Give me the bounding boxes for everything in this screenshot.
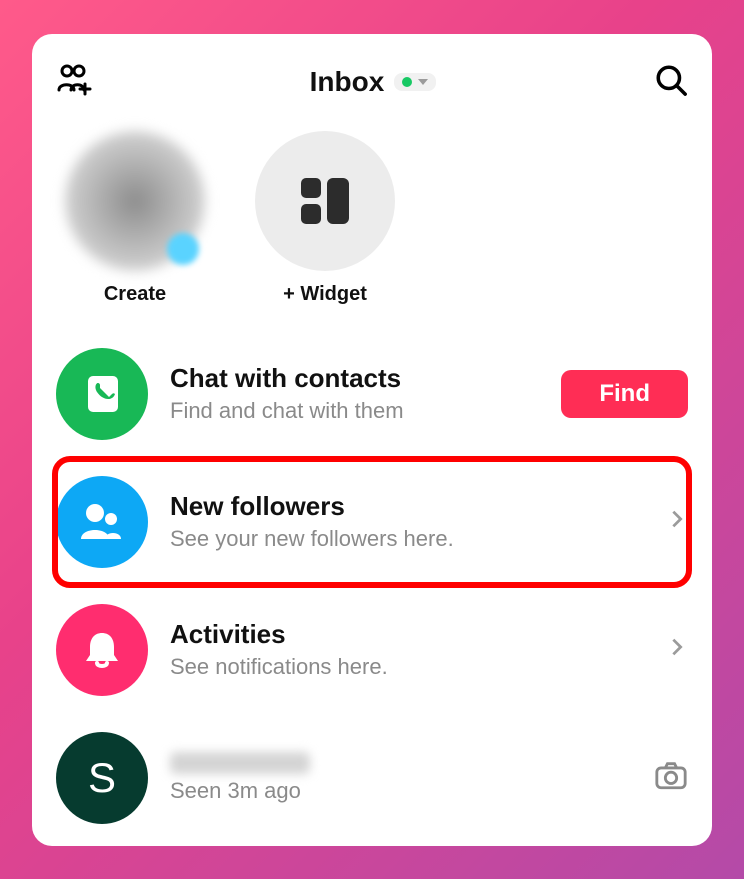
- inbox-title-group[interactable]: Inbox: [310, 66, 437, 98]
- add-friend-icon: [56, 62, 92, 98]
- chevron-right-icon: [666, 636, 688, 663]
- contacts-subtitle: Find and chat with them: [170, 398, 539, 424]
- activities-icon: [56, 604, 148, 696]
- search-icon: [654, 63, 688, 97]
- new-followers-item[interactable]: New followers See your new followers her…: [50, 458, 694, 586]
- widget-icon: [301, 178, 349, 224]
- followers-subtitle: See your new followers here.: [170, 526, 644, 552]
- widget-circle: [255, 131, 395, 271]
- online-dot-icon: [402, 77, 412, 87]
- top-bar: Inbox: [50, 54, 694, 123]
- add-widget-button[interactable]: + Widget: [250, 131, 400, 306]
- status-dropdown[interactable]: [394, 73, 436, 91]
- followers-icon: [56, 476, 148, 568]
- inbox-list: Chat with contacts Find and chat with th…: [50, 330, 694, 842]
- chevron-right-icon: [666, 508, 688, 535]
- widget-label: + Widget: [283, 283, 367, 306]
- create-label: Create: [104, 283, 166, 306]
- camera-icon: [654, 758, 688, 792]
- chat-name-redacted: [170, 752, 310, 774]
- activities-title: Activities: [170, 619, 644, 650]
- chat-with-contacts-item[interactable]: Chat with contacts Find and chat with th…: [50, 330, 694, 458]
- contacts-title: Chat with contacts: [170, 363, 539, 394]
- create-story-button[interactable]: Create: [60, 131, 210, 306]
- avatar-letter: S: [88, 754, 116, 802]
- activities-subtitle: See notifications here.: [170, 654, 644, 680]
- story-row: Create + Widget: [50, 123, 694, 330]
- chevron-down-icon: [418, 79, 428, 85]
- chat-seen-label: Seen 3m ago: [170, 778, 632, 804]
- page-title: Inbox: [310, 66, 385, 98]
- chat-avatar: S: [56, 732, 148, 824]
- contacts-icon: [56, 348, 148, 440]
- followers-title: New followers: [170, 491, 644, 522]
- inbox-screen: Inbox Create: [32, 34, 712, 846]
- chat-item[interactable]: S Seen 3m ago: [50, 714, 694, 842]
- find-button[interactable]: Find: [561, 370, 688, 418]
- activities-item[interactable]: Activities See notifications here.: [50, 586, 694, 714]
- add-friend-button[interactable]: [56, 62, 92, 103]
- camera-button[interactable]: [654, 758, 688, 797]
- create-plus-badge-icon: [167, 233, 199, 265]
- search-button[interactable]: [654, 63, 688, 102]
